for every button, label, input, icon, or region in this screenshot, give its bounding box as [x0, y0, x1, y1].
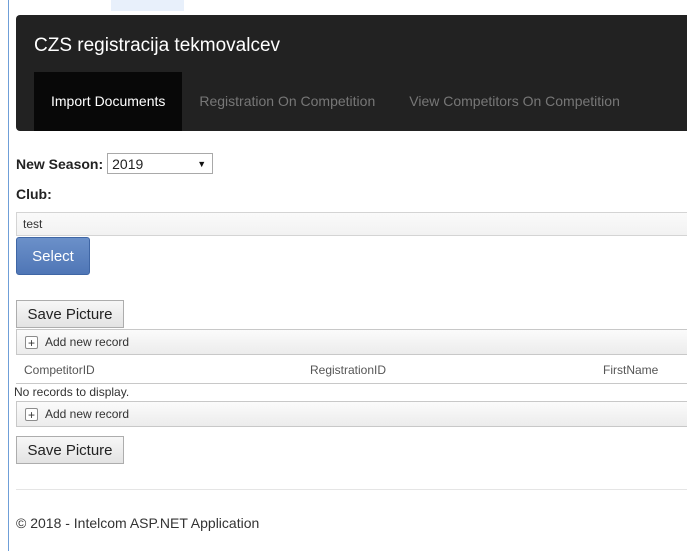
- browser-tab-highlight: [111, 0, 184, 11]
- season-value: 2019: [112, 155, 144, 172]
- nav-tabs: Import Documents Registration On Competi…: [34, 72, 637, 131]
- save-picture-button-bottom[interactable]: Save Picture: [16, 436, 124, 464]
- club-label: Club:: [16, 186, 52, 202]
- grid-header: CompetitorID RegistrationID FirstName: [16, 355, 687, 384]
- plus-icon: +: [25, 335, 38, 349]
- add-new-record-label: Add new record: [45, 407, 130, 421]
- season-row: New Season: 2019 ▼: [16, 153, 214, 174]
- empty-message: No records to display.: [14, 385, 130, 399]
- page-left-border: [8, 0, 9, 551]
- app-brand[interactable]: CZS registracija tekmovalcev: [34, 35, 280, 57]
- navbar: CZS registracija tekmovalcev Import Docu…: [16, 15, 687, 131]
- column-header-registration-id[interactable]: RegistrationID: [310, 363, 386, 377]
- footer-divider: [16, 489, 687, 490]
- save-picture-button-top[interactable]: Save Picture: [16, 300, 124, 328]
- footer-copyright: © 2018 - Intelcom ASP.NET Application: [16, 515, 260, 531]
- plus-icon: +: [25, 407, 38, 421]
- season-label: New Season:: [16, 155, 104, 172]
- tab-registration-on-competition[interactable]: Registration On Competition: [182, 72, 392, 131]
- caret-down-icon: ▼: [197, 158, 207, 169]
- column-header-first-name[interactable]: FirstName: [603, 363, 658, 377]
- records-grid: + Add new record CompetitorID Registrati…: [14, 329, 687, 427]
- add-new-record-top[interactable]: + Add new record: [16, 329, 687, 355]
- add-new-record-label: Add new record: [45, 335, 130, 349]
- add-new-record-bottom[interactable]: + Add new record: [16, 401, 687, 427]
- tab-import-documents[interactable]: Import Documents: [34, 72, 183, 131]
- season-select[interactable]: 2019 ▼: [107, 153, 214, 174]
- select-button[interactable]: Select: [16, 237, 90, 275]
- club-input[interactable]: test: [16, 212, 687, 236]
- tab-view-competitors-on-competition[interactable]: View Competitors On Competition: [392, 72, 637, 131]
- column-header-competitor-id[interactable]: CompetitorID: [24, 363, 95, 377]
